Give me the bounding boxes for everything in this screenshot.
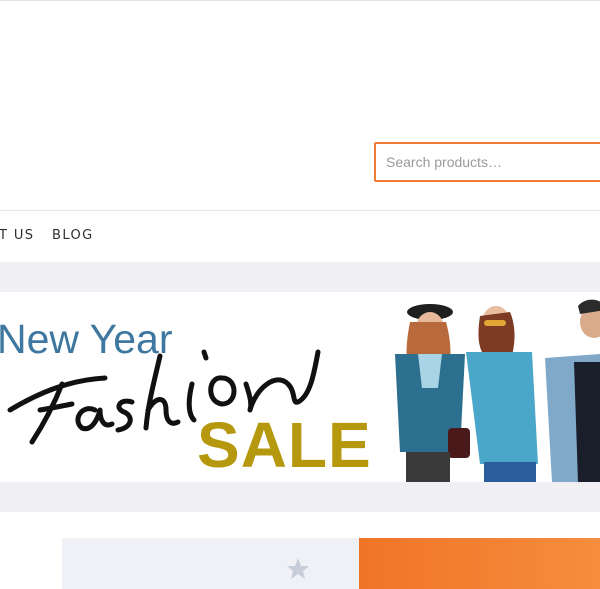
model-figures (395, 299, 600, 482)
promo-banner[interactable]: New Year SALE (0, 292, 600, 482)
promo-tile-left[interactable] (62, 538, 359, 589)
nav-item-blog[interactable]: BLOG (52, 228, 94, 243)
star-icon (287, 558, 309, 579)
promo-tile-right[interactable] (359, 538, 600, 589)
search-input[interactable] (376, 144, 600, 180)
nav-item-about-us[interactable]: T US (0, 228, 34, 243)
search-box[interactable] (374, 142, 600, 182)
top-divider (0, 0, 600, 1)
banner-sale-text: SALE (197, 409, 372, 481)
main-nav: T US BLOG (0, 210, 600, 262)
